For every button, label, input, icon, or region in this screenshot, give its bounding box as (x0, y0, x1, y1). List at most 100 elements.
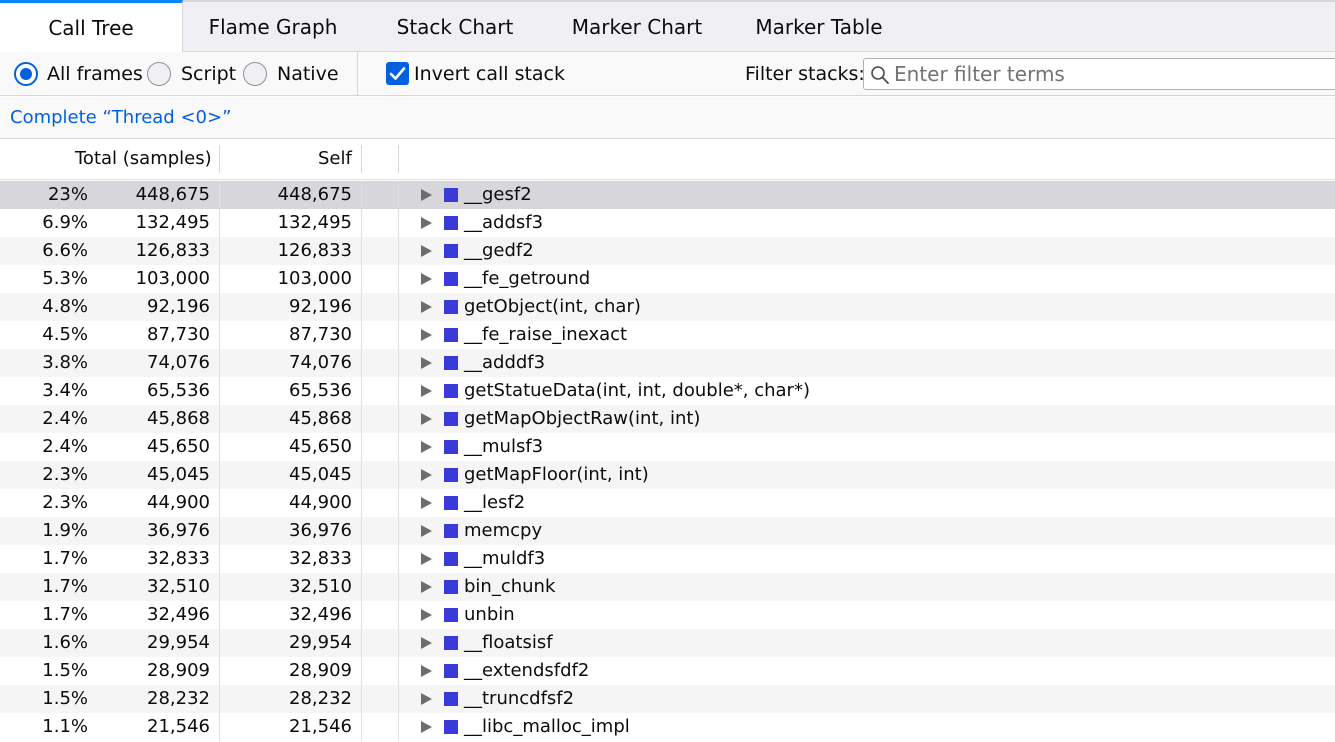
tree-row[interactable]: 1.5% 28,909 28,909 __extendsfdf2 (0, 657, 1335, 685)
row-function-name: __extendsfdf2 (464, 660, 590, 681)
row-function-name: getMapObjectRaw(int, int) (464, 408, 701, 429)
radio-all-frames-label[interactable]: All frames (47, 52, 143, 96)
tree-row[interactable]: 1.6% 29,954 29,954 __floatsisf (0, 629, 1335, 657)
row-function-name: __adddf3 (464, 352, 546, 373)
expand-triangle-icon[interactable] (421, 189, 432, 201)
row-divider (361, 433, 362, 461)
expand-triangle-icon[interactable] (421, 525, 432, 537)
category-swatch-icon (444, 636, 458, 650)
radio-all-frames[interactable] (14, 62, 38, 86)
column-resizer-self[interactable] (361, 145, 362, 173)
row-function-name: getStatueData(int, int, double*, char*) (464, 380, 810, 401)
row-divider (361, 601, 362, 629)
tree-row[interactable]: 2.4% 45,868 45,868 getMapObjectRaw(int, int… (0, 405, 1335, 433)
row-divider (219, 209, 220, 237)
row-total-samples: 28,232 (147, 688, 210, 709)
row-total-samples: 126,833 (135, 240, 210, 261)
row-divider (398, 293, 399, 321)
tree-row[interactable]: 3.8% 74,076 74,076 __adddf3 (0, 349, 1335, 377)
tree-row[interactable]: 1.7% 32,496 32,496 unbin (0, 601, 1335, 629)
tab-call-tree[interactable]: Call Tree (0, 0, 183, 53)
category-swatch-icon (444, 384, 458, 398)
row-divider (361, 377, 362, 405)
tab-stack-chart[interactable]: Stack Chart (365, 2, 545, 53)
row-total-percent: 1.7% (42, 548, 88, 569)
row-total-samples: 45,650 (147, 436, 210, 457)
row-function-name: __muldf3 (464, 548, 546, 569)
breadcrumb-thread[interactable]: Complete “Thread <0>” (10, 97, 231, 139)
row-divider (398, 209, 399, 237)
expand-triangle-icon[interactable] (421, 413, 432, 425)
expand-triangle-icon[interactable] (421, 245, 432, 257)
row-divider (398, 713, 399, 741)
row-self-samples: 44,900 (289, 492, 352, 513)
row-divider (219, 237, 220, 265)
tree-row[interactable]: 1.1% 21,546 21,546 __libc_malloc_impl (0, 713, 1335, 741)
tree-row[interactable]: 2.3% 44,900 44,900 __lesf2 (0, 489, 1335, 517)
row-divider (398, 433, 399, 461)
expand-triangle-icon[interactable] (421, 693, 432, 705)
row-divider (219, 321, 220, 349)
expand-triangle-icon[interactable] (421, 721, 432, 733)
tree-row[interactable]: 3.4% 65,536 65,536 getStatueData(int, int, … (0, 377, 1335, 405)
row-divider (398, 377, 399, 405)
row-divider (361, 517, 362, 545)
radio-script-label[interactable]: Script (181, 52, 236, 96)
row-total-percent: 1.7% (42, 576, 88, 597)
row-total-percent: 1.5% (42, 688, 88, 709)
radio-native[interactable] (243, 62, 267, 86)
expand-triangle-icon[interactable] (421, 581, 432, 593)
expand-triangle-icon[interactable] (421, 469, 432, 481)
expand-triangle-icon[interactable] (421, 665, 432, 677)
row-divider (361, 209, 362, 237)
expand-triangle-icon[interactable] (421, 357, 432, 369)
tree-row[interactable]: 1.5% 28,232 28,232 __truncdfsf2 (0, 685, 1335, 713)
invert-call-stack-label[interactable]: Invert call stack (414, 52, 565, 96)
invert-call-stack-checkbox[interactable] (386, 62, 409, 85)
column-resizer-total[interactable] (219, 145, 220, 173)
category-swatch-icon (444, 300, 458, 314)
radio-native-label[interactable]: Native (277, 52, 339, 96)
row-total-percent: 1.5% (42, 660, 88, 681)
tree-row[interactable]: 2.3% 45,045 45,045 getMapFloor(int, int) (0, 461, 1335, 489)
row-divider (398, 545, 399, 573)
expand-triangle-icon[interactable] (421, 301, 432, 313)
tree-row[interactable]: 6.9% 132,495 132,495 __addsf3 (0, 209, 1335, 237)
expand-triangle-icon[interactable] (421, 385, 432, 397)
expand-triangle-icon[interactable] (421, 441, 432, 453)
expand-triangle-icon[interactable] (421, 329, 432, 341)
expand-triangle-icon[interactable] (421, 273, 432, 285)
expand-triangle-icon[interactable] (421, 553, 432, 565)
expand-triangle-icon[interactable] (421, 497, 432, 509)
filter-stacks-box (863, 58, 1335, 90)
row-total-samples: 87,730 (147, 324, 210, 345)
tree-row[interactable]: 5.3% 103,000 103,000 __fe_getround (0, 265, 1335, 293)
filter-stacks-input[interactable] (894, 59, 1334, 89)
expand-triangle-icon[interactable] (421, 637, 432, 649)
row-total-samples: 45,868 (147, 408, 210, 429)
radio-script[interactable] (147, 62, 171, 86)
tree-row[interactable]: 23% 448,675 448,675 __gesf2 (0, 181, 1335, 209)
tab-flame-graph[interactable]: Flame Graph (183, 2, 363, 53)
tree-row[interactable]: 6.6% 126,833 126,833 __gedf2 (0, 237, 1335, 265)
tree-row[interactable]: 4.8% 92,196 92,196 getObject(int, char) (0, 293, 1335, 321)
row-divider (219, 573, 220, 601)
row-self-samples: 45,045 (289, 464, 352, 485)
tree-row[interactable]: 1.9% 36,976 36,976 memcpy (0, 517, 1335, 545)
row-function-name: unbin (464, 604, 515, 625)
category-swatch-icon (444, 272, 458, 286)
category-swatch-icon (444, 216, 458, 230)
row-function-name: getObject(int, char) (464, 296, 641, 317)
row-divider (361, 713, 362, 741)
tab-marker-chart[interactable]: Marker Chart (547, 2, 727, 53)
expand-triangle-icon[interactable] (421, 217, 432, 229)
tree-row[interactable]: 4.5% 87,730 87,730 __fe_raise_inexact (0, 321, 1335, 349)
row-divider (219, 657, 220, 685)
row-function-name: __fe_getround (464, 268, 591, 289)
tree-row[interactable]: 1.7% 32,510 32,510 bin_chunk (0, 573, 1335, 601)
tree-row[interactable]: 2.4% 45,650 45,650 __mulsf3 (0, 433, 1335, 461)
row-divider (361, 685, 362, 713)
tab-marker-table[interactable]: Marker Table (729, 2, 909, 53)
expand-triangle-icon[interactable] (421, 609, 432, 621)
tree-row[interactable]: 1.7% 32,833 32,833 __muldf3 (0, 545, 1335, 573)
